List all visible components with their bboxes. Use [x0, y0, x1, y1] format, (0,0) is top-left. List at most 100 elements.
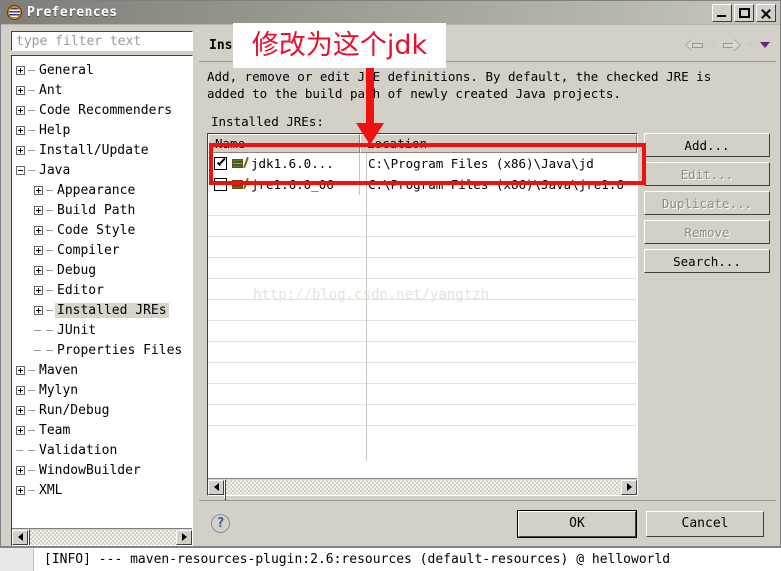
back-arrow-icon[interactable] — [686, 38, 703, 52]
expand-icon[interactable] — [16, 465, 25, 475]
expand-icon[interactable] — [34, 185, 43, 195]
jre-icon — [232, 156, 249, 170]
sidebar-item-properties-files[interactable]: Properties Files — [16, 340, 192, 360]
sidebar-item-mylyn[interactable]: Mylyn — [16, 380, 192, 400]
expand-icon[interactable] — [16, 425, 25, 435]
expand-icon[interactable] — [16, 145, 25, 155]
sidebar-item-build-path[interactable]: Build Path — [16, 200, 192, 220]
filter-box[interactable] — [11, 31, 193, 51]
sidebar-item-maven[interactable]: Maven — [16, 360, 192, 380]
tree-leaf-icon — [34, 326, 43, 335]
table-scroll-thumb[interactable] — [224, 478, 226, 500]
column-header-location[interactable]: Location — [360, 134, 637, 153]
forward-history-chevron-icon[interactable] — [745, 42, 755, 48]
table-empty-row — [208, 405, 637, 426]
sidebar-item-label: Debug — [57, 262, 97, 278]
sidebar-item-junit[interactable]: JUnit — [16, 320, 192, 340]
tree-connector — [46, 209, 53, 211]
expand-icon[interactable] — [34, 265, 43, 275]
footer-buttons: OK Cancel — [517, 509, 764, 538]
sidebar-item-windowbuilder[interactable]: WindowBuilder — [16, 460, 192, 480]
sidebar-item-install-update[interactable]: Install/Update — [16, 140, 192, 160]
forward-arrow-icon[interactable] — [723, 38, 740, 52]
table-horizontal-scrollbar[interactable] — [208, 478, 637, 500]
cancel-button[interactable]: Cancel — [646, 510, 764, 537]
sidebar-item-run-debug[interactable]: Run/Debug — [16, 400, 192, 420]
sidebar-item-installed-jres[interactable]: Installed JREs — [16, 300, 192, 320]
sidebar-item-ant[interactable]: Ant — [16, 80, 192, 100]
expand-icon[interactable] — [16, 65, 25, 75]
sidebar-item-general[interactable]: General — [16, 60, 192, 80]
table-row[interactable]: jre1.6.0_06 C:\Program Files (x86)\Java\j… — [208, 174, 637, 195]
preferences-sidebar: General Ant Code Recommenders Help Install/U… — [5, 29, 197, 546]
jre-table[interactable]: Name Location jdk1.6.0... C:\Program File… — [207, 133, 638, 500]
installed-jres-label: Installed JREs: — [211, 114, 324, 129]
tree-connector — [28, 149, 35, 151]
column-header-name[interactable]: Name — [208, 134, 360, 153]
tree-connector — [28, 429, 35, 431]
minimize-button[interactable] — [712, 3, 732, 22]
sidebar-item-appearance[interactable]: Appearance — [16, 180, 192, 200]
page-menu-chevron-icon[interactable] — [760, 42, 770, 48]
help-icon[interactable]: ? — [211, 514, 230, 533]
scroll-thumb[interactable] — [28, 528, 30, 545]
expand-icon[interactable] — [34, 225, 43, 235]
jre-name: jdk1.6.0... — [251, 156, 334, 171]
expand-icon[interactable] — [34, 205, 43, 215]
sidebar-item-label: Maven — [39, 362, 79, 378]
preferences-tree[interactable]: General Ant Code Recommenders Help Install/U… — [11, 55, 193, 546]
page-description-line2: added to the build path of newly created… — [207, 86, 621, 101]
sidebar-item-compiler[interactable]: Compiler — [16, 240, 192, 260]
expand-icon[interactable] — [16, 485, 25, 495]
table-row[interactable]: jdk1.6.0... C:\Program Files (x86)\Java\j… — [208, 153, 637, 174]
cell-name: jre1.6.0_06 — [208, 174, 360, 195]
expand-icon[interactable] — [34, 305, 43, 315]
back-history-chevron-icon[interactable] — [708, 42, 718, 48]
jre-checkbox[interactable] — [214, 178, 227, 191]
tree-connector — [46, 329, 53, 331]
tree-connector — [46, 269, 53, 271]
sidebar-item-editor[interactable]: Editor — [16, 280, 192, 300]
table-empty-row — [208, 321, 637, 342]
table-scroll-left-icon[interactable] — [208, 479, 224, 495]
scroll-left-icon[interactable] — [12, 529, 28, 545]
expand-icon[interactable] — [16, 385, 25, 395]
sidebar-item-code-recommenders[interactable]: Code Recommenders — [16, 100, 192, 120]
expand-icon[interactable] — [16, 125, 25, 135]
sidebar-item-debug[interactable]: Debug — [16, 260, 192, 280]
add-button[interactable]: Add... — [644, 133, 770, 157]
jre-checkbox[interactable] — [214, 157, 227, 170]
expand-icon[interactable] — [34, 245, 43, 255]
table-scroll-right-icon[interactable] — [621, 479, 637, 495]
sidebar-item-label: Appearance — [57, 182, 136, 198]
expand-icon[interactable] — [16, 405, 25, 415]
sidebar-item-help[interactable]: Help — [16, 120, 192, 140]
sidebar-item-team[interactable]: Team — [16, 420, 192, 440]
sidebar-item-java[interactable]: Java — [16, 160, 192, 180]
expand-icon[interactable] — [34, 285, 43, 295]
ok-button[interactable]: OK — [517, 509, 637, 538]
dialog-footer: ? OK Cancel — [199, 500, 776, 546]
table-scroll-track[interactable] — [224, 478, 621, 500]
maximize-button[interactable] — [734, 3, 754, 22]
close-button[interactable] — [756, 3, 776, 22]
expand-icon[interactable] — [16, 105, 25, 115]
collapse-icon[interactable] — [16, 165, 25, 175]
sidebar-item-code-style[interactable]: Code Style — [16, 220, 192, 240]
scroll-right-icon[interactable] — [176, 529, 192, 545]
edit-button: Edit... — [644, 162, 770, 186]
sidebar-item-label: Mylyn — [39, 382, 79, 398]
tree-connector — [28, 449, 35, 451]
window-title-bar: Preferences — [1, 1, 780, 25]
expand-icon[interactable] — [16, 85, 25, 95]
cell-location: C:\Program Files (x86)\Java\jd — [368, 156, 594, 171]
sidebar-item-label: Editor — [57, 282, 104, 298]
sidebar-horizontal-scrollbar[interactable] — [12, 528, 192, 545]
sidebar-item-validation[interactable]: Validation — [16, 440, 192, 460]
scroll-track[interactable] — [28, 528, 176, 545]
search-input[interactable] — [14, 32, 190, 50]
expand-icon[interactable] — [16, 365, 25, 375]
sidebar-item-label: Compiler — [57, 242, 120, 258]
search-button[interactable]: Search... — [644, 249, 770, 273]
sidebar-item-xml[interactable]: XML — [16, 480, 192, 500]
